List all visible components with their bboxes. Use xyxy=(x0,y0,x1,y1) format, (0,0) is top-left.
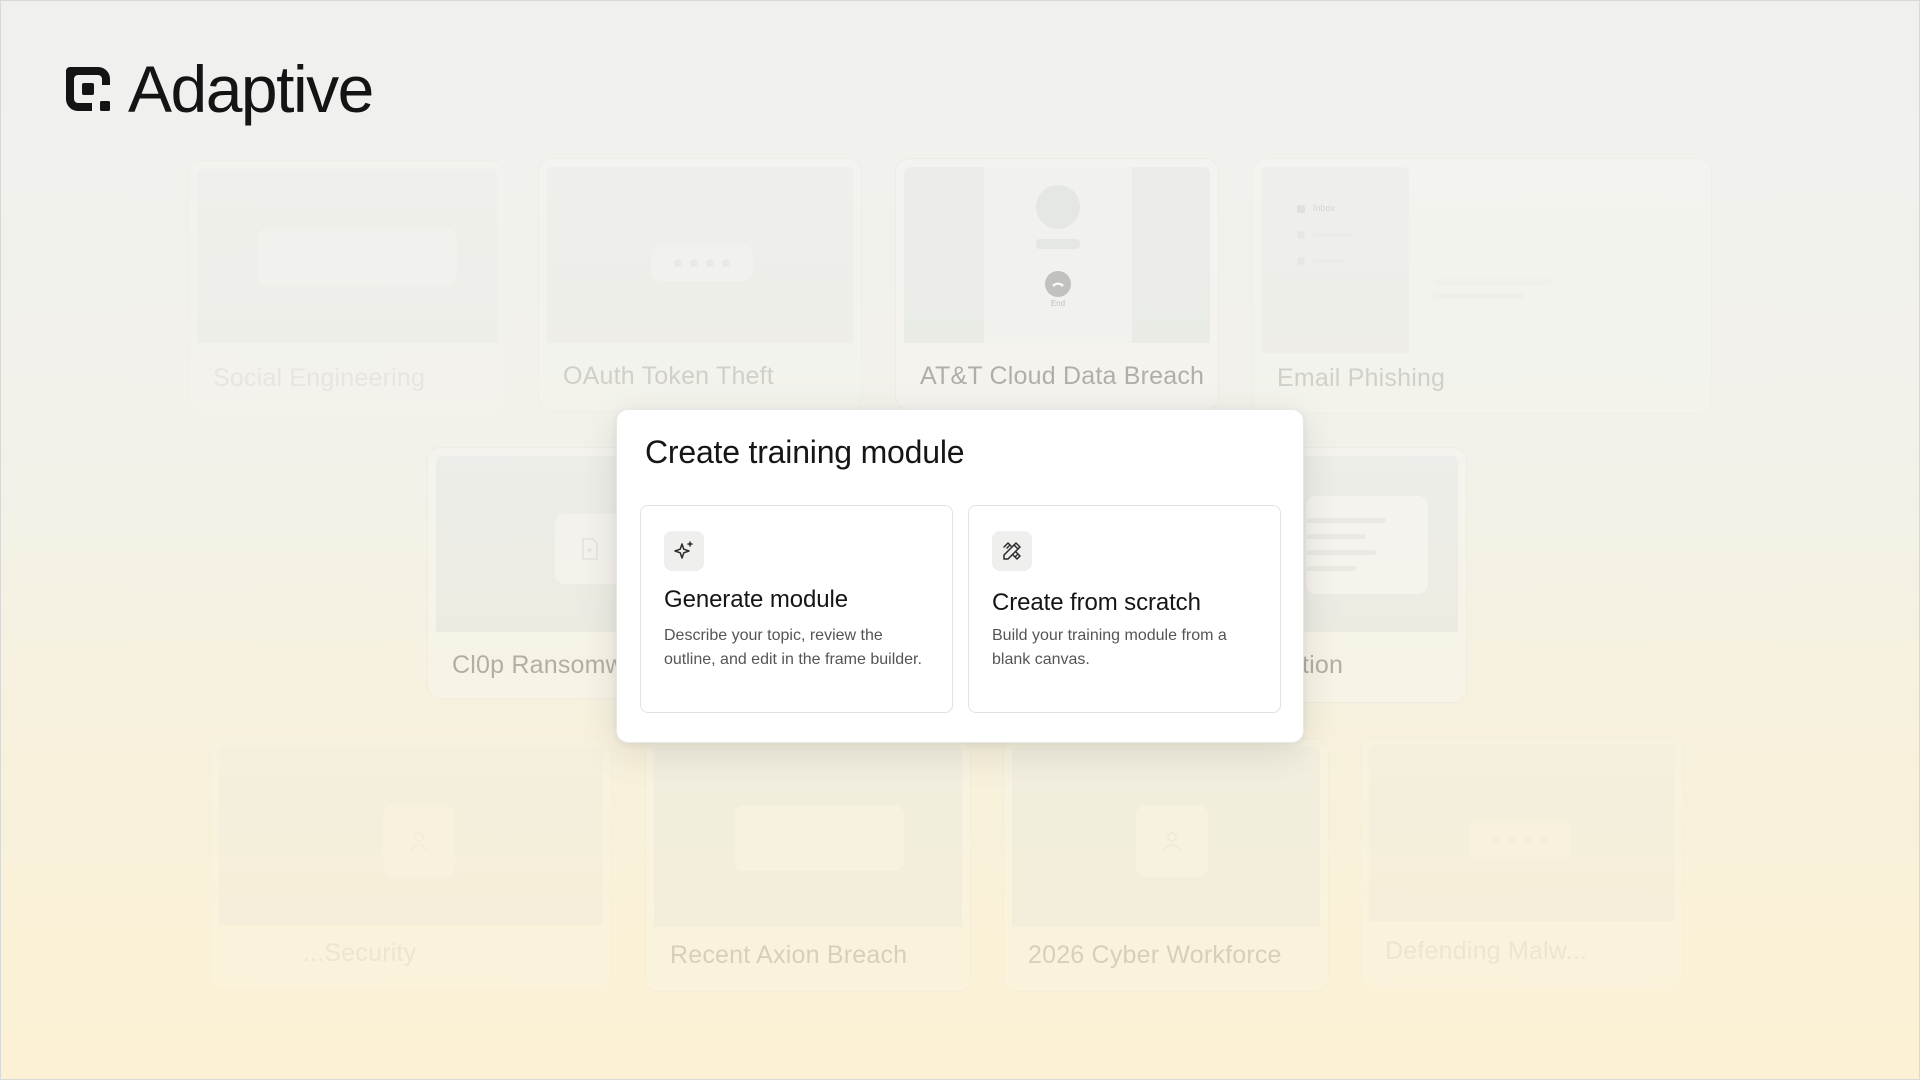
generate-module-option[interactable]: Generate module Describe your topic, rev… xyxy=(640,505,953,713)
inbox-icon xyxy=(1297,205,1305,213)
card-thumbnail xyxy=(197,169,497,343)
module-card[interactable]: ...Security xyxy=(210,738,612,990)
module-card[interactable]: Social Engineering xyxy=(188,160,506,412)
card-title: Cl0p Ransomw xyxy=(452,651,624,679)
pencil-ruler-icon xyxy=(992,531,1032,571)
brand-logo: Adaptive xyxy=(62,52,374,126)
sparkle-icon xyxy=(664,531,704,571)
module-card[interactable]: 2026 Cyber Workforce xyxy=(1003,738,1329,992)
card-title: Recent Axion Breach xyxy=(670,941,908,969)
module-card[interactable]: End AT&T Cloud Data Breach xyxy=(895,158,1219,410)
card-title: OAuth Token Theft xyxy=(563,362,774,390)
phone-mockup: End xyxy=(984,167,1132,343)
card-thumbnail xyxy=(1012,747,1320,927)
card-title: 2026 Cyber Workforce xyxy=(1028,941,1282,969)
card-thumbnail xyxy=(1369,745,1675,921)
modal-title: Create training module xyxy=(645,434,965,470)
card-title: Email Phishing xyxy=(1277,364,1446,392)
card-thumbnail: Inbox xyxy=(1261,167,1409,353)
module-card[interactable]: Recent Axion Breach xyxy=(645,738,971,992)
end-call-label: End xyxy=(1050,299,1066,308)
end-call-icon xyxy=(1045,271,1071,297)
module-card[interactable]: Defending Malw... xyxy=(1360,736,1684,988)
module-card[interactable]: Inbox Email Phishing xyxy=(1252,158,1712,414)
inbox-label: Inbox xyxy=(1313,203,1336,213)
adaptive-logo-icon xyxy=(62,63,114,115)
card-title: Defending Malw... xyxy=(1385,937,1588,965)
card-title: ...Security xyxy=(303,939,417,967)
option-description: Describe your topic, review the outline,… xyxy=(664,627,922,668)
brand-name: Adaptive xyxy=(128,52,374,126)
card-title: tion xyxy=(1302,651,1344,679)
card-thumbnail xyxy=(654,747,962,927)
card-thumbnail: End xyxy=(904,167,1210,343)
card-thumbnail xyxy=(547,167,853,343)
card-thumbnail xyxy=(219,747,603,925)
password-field xyxy=(651,245,753,281)
option-description: Build your training module from a blank … xyxy=(992,627,1227,668)
option-title: Generate module xyxy=(664,586,848,613)
card-title: Social Engineering xyxy=(213,364,426,392)
create-from-scratch-option[interactable]: Create from scratch Build your training … xyxy=(968,505,1281,713)
module-card[interactable]: OAuth Token Theft xyxy=(538,158,862,412)
option-title: Create from scratch xyxy=(992,589,1201,616)
card-title: AT&T Cloud Data Breach xyxy=(920,362,1205,390)
create-module-modal: Create training module Generate module D… xyxy=(616,409,1304,743)
